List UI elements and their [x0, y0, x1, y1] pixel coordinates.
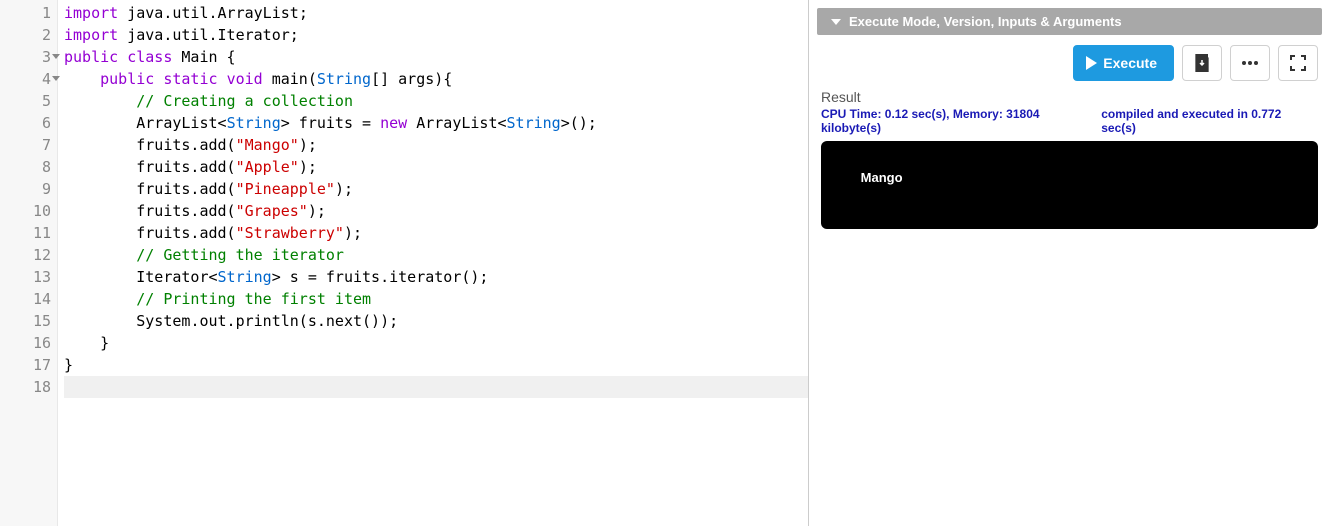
execute-label: Execute [1103, 55, 1157, 71]
line-number: 8 [0, 156, 57, 178]
execute-mode-panel-header[interactable]: Execute Mode, Version, Inputs & Argument… [817, 8, 1322, 35]
code-line[interactable] [64, 376, 808, 398]
line-number: 12 [0, 244, 57, 266]
output-pane: Execute Mode, Version, Inputs & Argument… [809, 0, 1330, 526]
line-number: 5 [0, 90, 57, 112]
line-number: 9 [0, 178, 57, 200]
code-line[interactable]: fruits.add("Pineapple"); [64, 178, 808, 200]
play-icon [1086, 56, 1097, 70]
chevron-down-icon [831, 19, 841, 25]
save-file-button[interactable] [1182, 45, 1222, 81]
execute-button[interactable]: Execute [1073, 45, 1174, 81]
code-area[interactable]: import java.util.ArrayList;import java.u… [58, 0, 808, 526]
code-line[interactable]: } [64, 354, 808, 376]
expand-icon [1290, 55, 1306, 71]
line-number: 15 [0, 310, 57, 332]
code-line[interactable]: // Creating a collection [64, 90, 808, 112]
code-line[interactable]: ArrayList<String> fruits = new ArrayList… [64, 112, 808, 134]
code-line[interactable]: fruits.add("Strawberry"); [64, 222, 808, 244]
code-line[interactable]: public static void main(String[] args){ [64, 68, 808, 90]
stats-row: CPU Time: 0.12 sec(s), Memory: 31804 kil… [821, 107, 1318, 135]
code-line[interactable]: fruits.add("Grapes"); [64, 200, 808, 222]
line-number: 7 [0, 134, 57, 156]
line-number: 3 [0, 46, 57, 68]
code-line[interactable]: Iterator<String> s = fruits.iterator(); [64, 266, 808, 288]
more-options-button[interactable] [1230, 45, 1270, 81]
result-label: Result [821, 89, 1318, 105]
ellipsis-icon [1241, 60, 1259, 66]
line-number: 14 [0, 288, 57, 310]
fullscreen-button[interactable] [1278, 45, 1318, 81]
code-line[interactable]: // Getting the iterator [64, 244, 808, 266]
result-area: Result CPU Time: 0.12 sec(s), Memory: 31… [809, 89, 1330, 229]
code-line[interactable]: System.out.println(s.next()); [64, 310, 808, 332]
code-line[interactable]: fruits.add("Apple"); [64, 156, 808, 178]
code-line[interactable]: fruits.add("Mango"); [64, 134, 808, 156]
console-text: Mango [861, 170, 903, 185]
toolbar: Execute [809, 35, 1330, 89]
line-number: 1 [0, 2, 57, 24]
cpu-memory-stats: CPU Time: 0.12 sec(s), Memory: 31804 kil… [821, 107, 1101, 135]
line-number: 11 [0, 222, 57, 244]
line-number-gutter: 123456789101112131415161718 [0, 0, 58, 526]
code-line[interactable]: import java.util.Iterator; [64, 24, 808, 46]
line-number: 18 [0, 376, 57, 398]
line-number: 16 [0, 332, 57, 354]
line-number: 6 [0, 112, 57, 134]
line-number: 2 [0, 24, 57, 46]
code-line[interactable]: // Printing the first item [64, 288, 808, 310]
code-line[interactable]: public class Main { [64, 46, 808, 68]
code-line[interactable]: } [64, 332, 808, 354]
console-output[interactable]: Mango [821, 141, 1318, 229]
line-number: 13 [0, 266, 57, 288]
file-download-icon [1194, 54, 1210, 72]
line-number: 17 [0, 354, 57, 376]
code-editor-pane: 123456789101112131415161718 import java.… [0, 0, 809, 526]
code-line[interactable]: import java.util.ArrayList; [64, 2, 808, 24]
line-number: 4 [0, 68, 57, 90]
compile-time-stats: compiled and executed in 0.772 sec(s) [1101, 107, 1318, 135]
panel-title: Execute Mode, Version, Inputs & Argument… [849, 14, 1122, 29]
line-number: 10 [0, 200, 57, 222]
